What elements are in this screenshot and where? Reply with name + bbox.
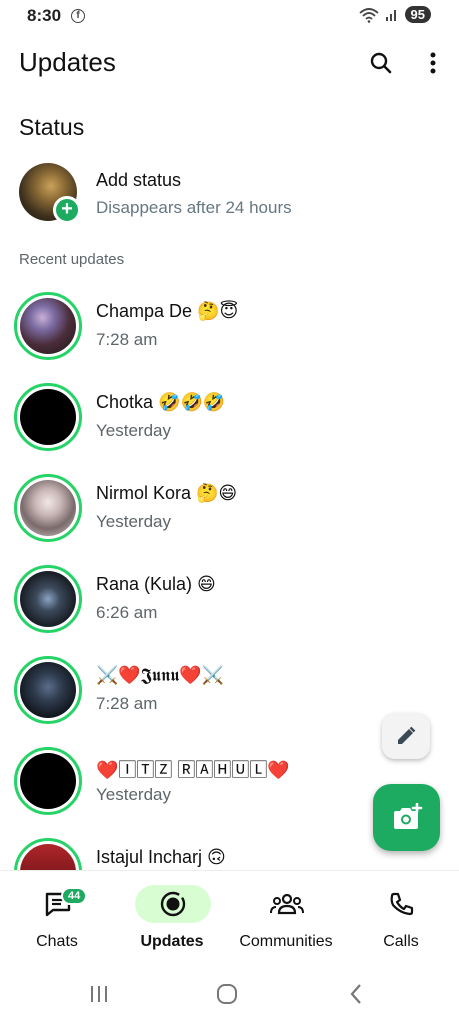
status-ring [14,383,82,451]
contact-name: Istajul Incharj 🙃 [96,847,226,867]
back-button[interactable] [341,982,371,1006]
status-time: 6:26 am [96,603,158,622]
wifi-icon [358,7,379,23]
avatar [20,298,76,354]
status-ring [14,838,82,870]
pencil-icon [398,726,416,744]
avatar [20,389,76,445]
status-item[interactable]: Chotka 🤣🤣🤣 Yesterday [0,383,459,463]
avatar [20,753,76,809]
recent-updates-label: Recent updates [19,251,125,268]
avatar [20,844,76,870]
status-ring [14,474,82,542]
status-bar-indicators: 95 [358,6,431,23]
home-icon [217,984,237,1004]
status-time: Yesterday [96,785,171,804]
unread-count-badge: 44 [61,887,88,905]
avatar [20,662,76,718]
add-icon: + [53,196,81,224]
tab-calls-label: Calls [383,933,419,950]
system-nav-bar [0,966,459,1024]
status-section-title: Status [19,114,85,140]
app-header: Updates [0,40,459,86]
avatar [20,571,76,627]
more-options-button[interactable] [418,48,448,78]
contact-name: Rana (Kula) 😄 [96,574,216,594]
camera-status-button[interactable] [373,784,440,851]
search-button[interactable] [366,48,396,78]
recent-apps-icon [91,986,107,1002]
tab-calls[interactable]: Calls [344,871,458,967]
tab-chats[interactable]: 44 Chats [0,871,114,967]
status-ring [14,656,82,724]
status-time: 7:28 am [96,330,158,349]
home-button[interactable] [212,982,242,1006]
contact-name: Nirmol Kora 🤔😄 [96,483,238,503]
updates-icon [160,891,186,917]
status-time: Yesterday [96,512,171,531]
page-title: Updates [19,47,116,77]
text-status-button[interactable] [382,713,430,759]
status-ring [14,565,82,633]
add-status-row[interactable]: + Add status Disappears after 24 hours [0,160,459,226]
status-bar: 8:30 f 95 [0,0,459,32]
avatar [20,480,76,536]
contact-name: Chotka 🤣🤣🤣 [96,392,226,412]
recent-apps-button[interactable] [84,982,114,1006]
add-status-title: Add status [96,170,182,190]
contact-name: Champa De 🤔😇 [96,301,239,321]
tab-communities[interactable]: Communities [229,871,343,967]
search-icon [370,52,392,74]
tab-communities-label: Communities [239,933,333,950]
tab-calls-pill [364,885,440,923]
tab-updates-label: Updates [140,933,204,950]
tab-chats-label: Chats [36,933,78,950]
facebook-icon: f [71,9,85,23]
status-item[interactable]: Nirmol Kora 🤔😄 Yesterday [0,474,459,554]
tab-updates[interactable]: Updates [115,871,229,967]
more-vertical-icon [430,52,436,74]
status-time: Yesterday [96,421,171,440]
contact-name: ⚔️❤️𝕵𝖚𝖓𝖚❤️⚔️ [96,665,225,685]
add-status-subtitle: Disappears after 24 hours [96,198,292,217]
back-icon [350,984,361,1004]
status-bar-time: 8:30 [27,6,62,25]
phone-icon [390,892,414,916]
contact-name: ❤️🄸🅃🅉 🅁🄰🄷🅄🄻❤️ [96,760,290,780]
tab-communities-pill [249,885,325,923]
battery-indicator: 95 [404,6,431,23]
signal-icon [385,9,396,21]
camera-add-icon [393,802,422,829]
status-item[interactable]: Champa De 🤔😇 7:28 am [0,292,459,372]
status-ring [14,747,82,815]
status-time: 7:28 am [96,694,158,713]
communities-icon [270,893,304,915]
bottom-nav: 44 Chats Updates Communities Calls [0,870,459,966]
tab-updates-pill [135,885,211,923]
status-item[interactable]: Rana (Kula) 😄 6:26 am [0,565,459,645]
status-ring [14,292,82,360]
